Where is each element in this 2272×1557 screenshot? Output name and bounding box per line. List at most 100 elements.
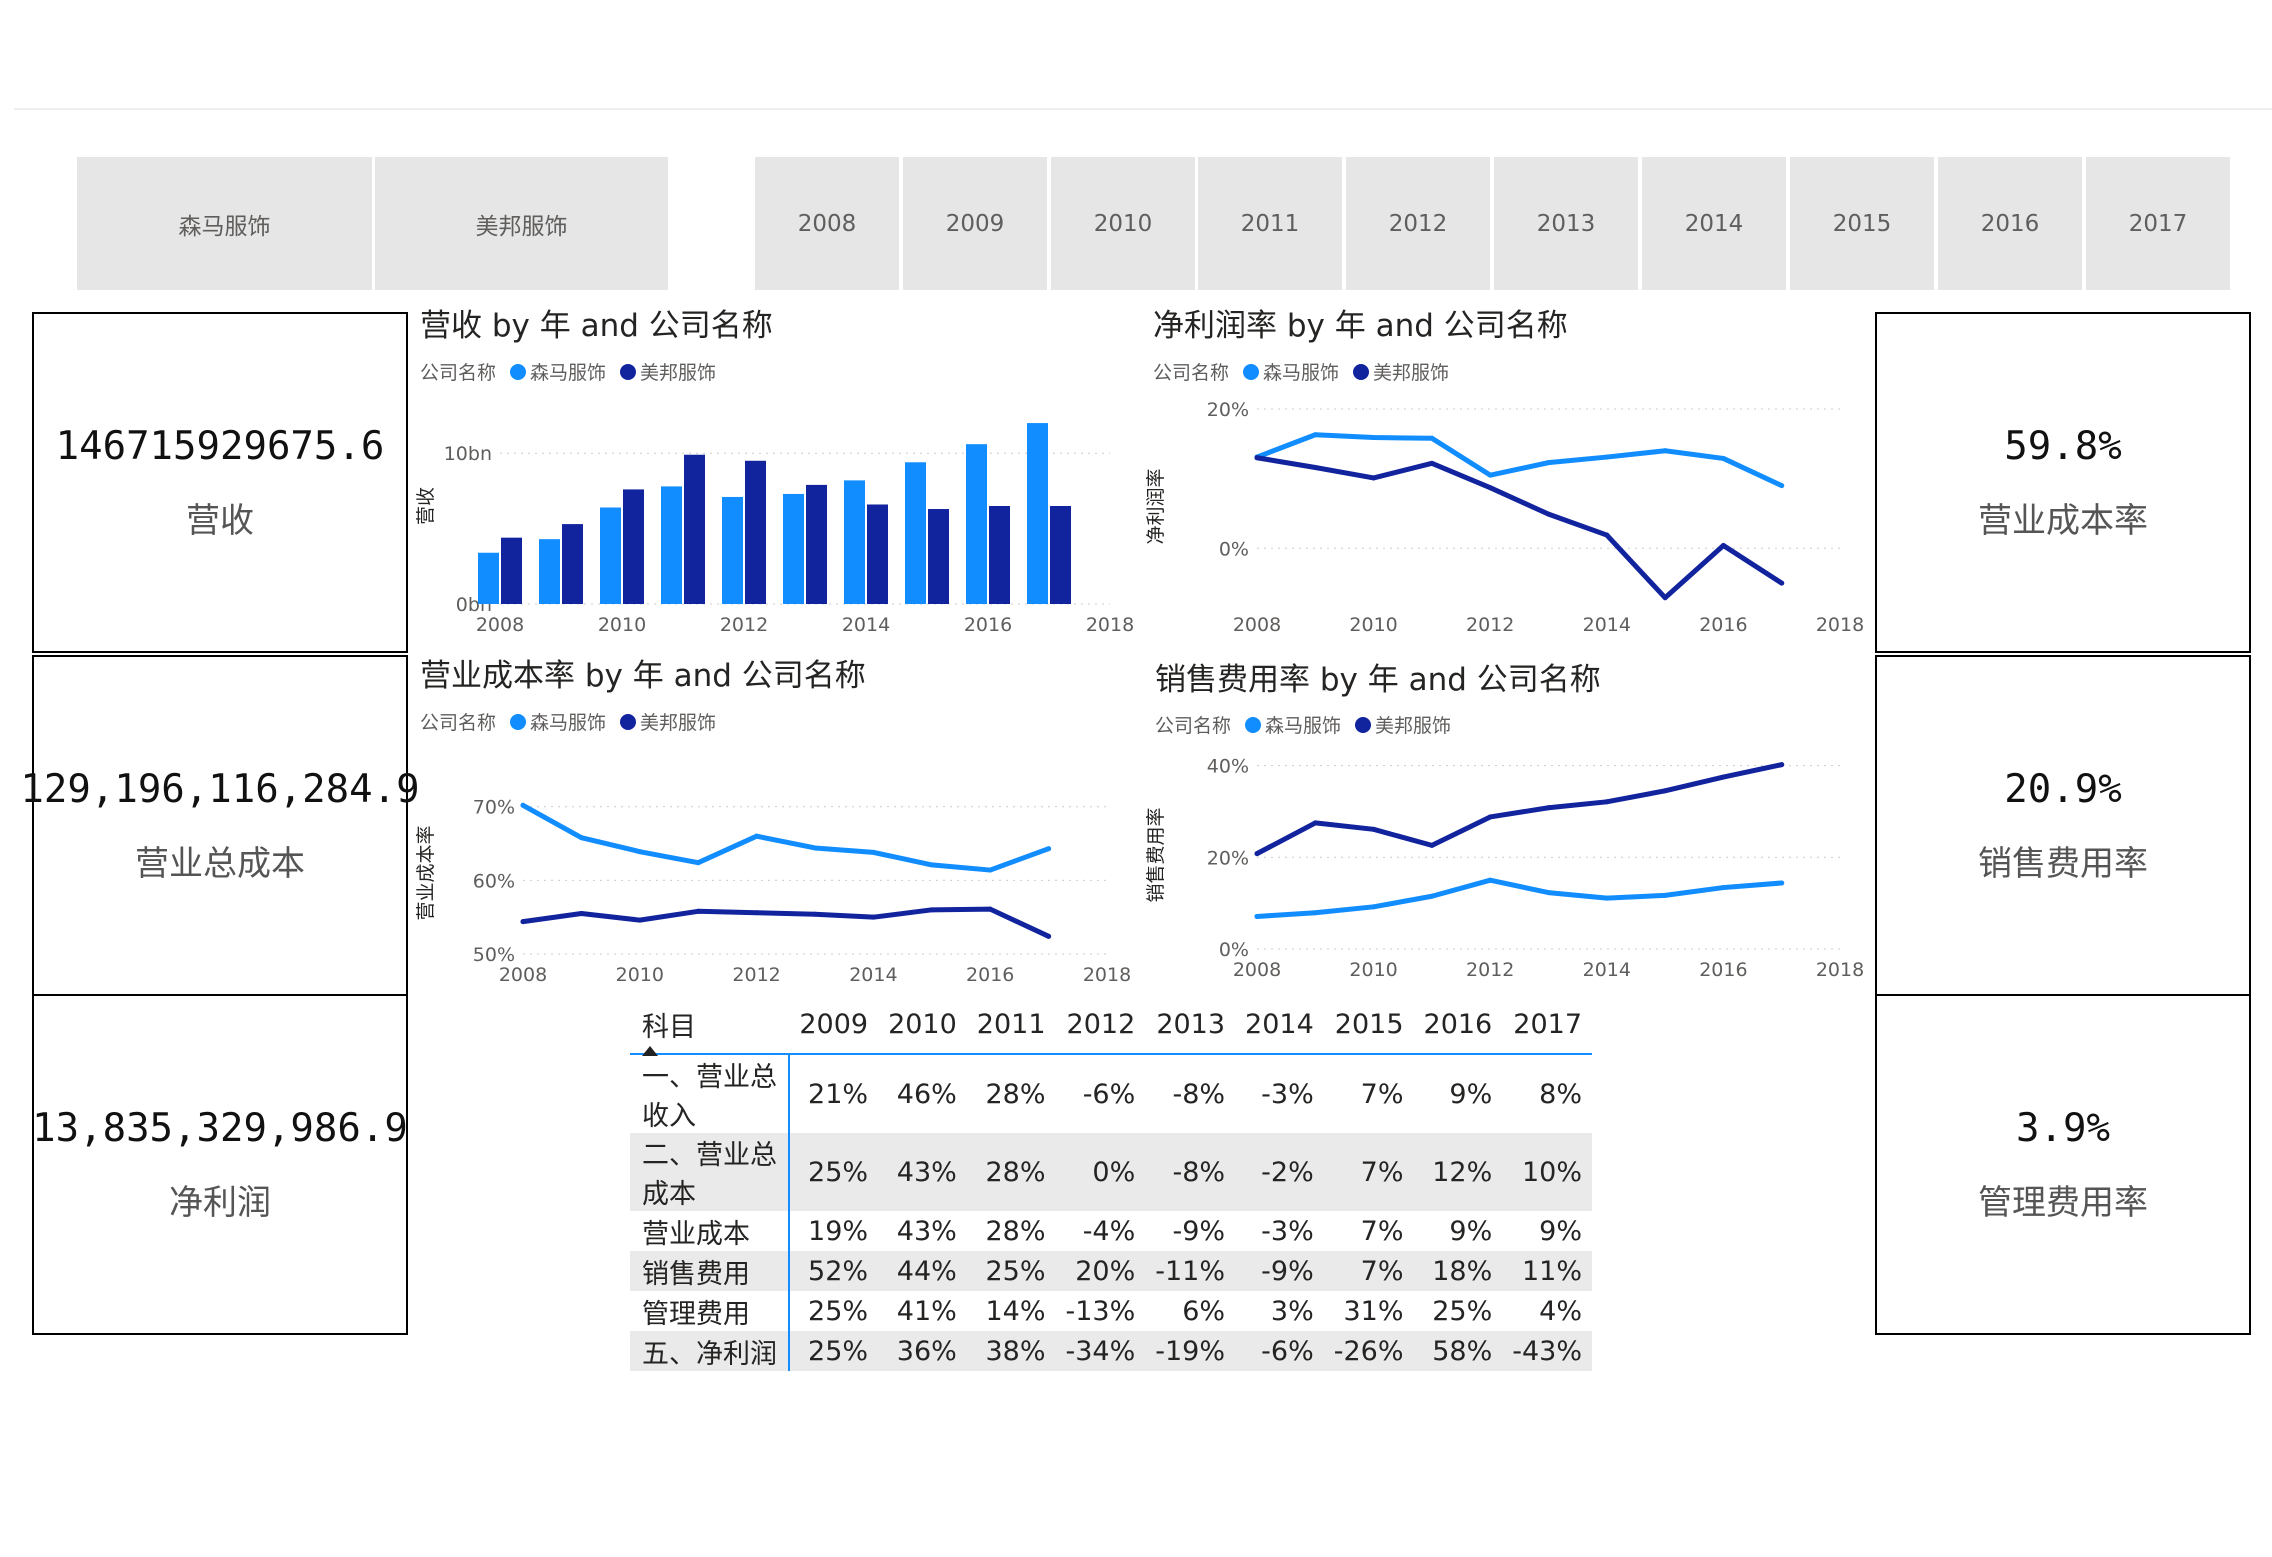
slicer-year-2017[interactable]: 2017 [2086, 157, 2230, 290]
point-meibang-2009[interactable] [1312, 465, 1318, 470]
point-meibang-2016[interactable] [1720, 543, 1726, 548]
point-senma-2009[interactable] [1312, 432, 1318, 438]
point-meibang-2010[interactable] [1371, 826, 1377, 832]
legend-label-meibang[interactable]: 美邦服饰 [640, 708, 716, 735]
point-meibang-2012[interactable] [1487, 814, 1493, 820]
point-meibang-2013[interactable] [812, 911, 818, 917]
matrix-col-2013[interactable]: 2013 [1145, 995, 1235, 1054]
point-senma-2017[interactable] [1779, 483, 1785, 489]
bar-meibang-2009[interactable] [562, 524, 583, 604]
point-meibang-2012[interactable] [754, 910, 760, 916]
point-senma-2008[interactable] [1254, 913, 1260, 919]
cost-rate-line-chart[interactable]: 50%60%70%200820102012201420162018年营业成本率 [410, 740, 1140, 985]
slicer-year-2011[interactable]: 2011 [1198, 157, 1342, 290]
point-senma-2009[interactable] [578, 835, 584, 841]
slicer-year-2014[interactable]: 2014 [1642, 157, 1786, 290]
point-senma-2009[interactable] [1312, 910, 1318, 916]
point-senma-2011[interactable] [695, 860, 701, 866]
point-senma-2013[interactable] [1546, 460, 1551, 466]
point-senma-2014[interactable] [1604, 454, 1610, 460]
point-meibang-2011[interactable] [1429, 842, 1435, 848]
bar-senma-2016[interactable] [966, 444, 987, 604]
bar-meibang-2011[interactable] [684, 454, 705, 604]
legend-label-senma[interactable]: 森马服饰 [530, 358, 606, 385]
bar-meibang-2016[interactable] [989, 506, 1010, 604]
point-meibang-2015[interactable] [929, 907, 935, 913]
point-senma-2015[interactable] [1662, 448, 1668, 454]
point-senma-2010[interactable] [1371, 904, 1377, 910]
series-line-senma[interactable] [1254, 432, 1785, 489]
matrix-col-2012[interactable]: 2012 [1056, 995, 1146, 1054]
slicer-year-2012[interactable]: 2012 [1346, 157, 1490, 290]
point-meibang-2015[interactable] [1662, 595, 1668, 601]
point-senma-2011[interactable] [1429, 435, 1435, 441]
point-senma-2015[interactable] [1662, 892, 1668, 898]
legend-label-senma[interactable]: 森马服饰 [530, 708, 606, 735]
point-meibang-2014[interactable] [870, 914, 876, 920]
series-line-senma[interactable] [1254, 877, 1785, 919]
bar-senma-2009[interactable] [539, 539, 560, 604]
legend-label-meibang[interactable]: 美邦服饰 [640, 358, 716, 385]
slicer-year-2009[interactable]: 2009 [903, 157, 1047, 290]
sales-rate-line-chart[interactable]: 0% 20% 40% 2008 2010 2012 2014 2016 2018 年 销售费用率 [1140, 742, 1870, 987]
point-senma-2012[interactable] [1487, 877, 1493, 883]
point-senma-2017[interactable] [1046, 846, 1052, 852]
legend-label-senma[interactable]: 森马服饰 [1265, 711, 1341, 738]
bar-senma-2008[interactable] [478, 552, 499, 604]
matrix-col-2010[interactable]: 2010 [878, 995, 967, 1054]
point-meibang-2009[interactable] [578, 911, 584, 916]
point-meibang-2017[interactable] [1779, 580, 1785, 586]
slicer-year-2015[interactable]: 2015 [1790, 157, 1934, 290]
revenue-bar-chart[interactable]: 0bn10bn200820102012201420162018年营收 [410, 390, 1140, 640]
series-line-meibang[interactable] [1254, 762, 1785, 857]
slicer-company-meibang[interactable]: 美邦服饰 [375, 157, 668, 290]
slicer-year-2008[interactable]: 2008 [755, 157, 899, 290]
slicer-year-2013[interactable]: 2013 [1494, 157, 1638, 290]
legend-label-meibang[interactable]: 美邦服饰 [1373, 358, 1449, 385]
point-senma-2017[interactable] [1779, 880, 1785, 886]
bar-meibang-2010[interactable] [623, 489, 644, 604]
slicer-company-senma[interactable]: 森马服饰 [77, 157, 372, 290]
point-meibang-2013[interactable] [1546, 805, 1551, 811]
slicer-year-2016[interactable]: 2016 [1938, 157, 2082, 290]
matrix-col-2014[interactable]: 2014 [1235, 995, 1324, 1054]
sort-ascending-icon[interactable] [642, 1046, 658, 1056]
point-meibang-2008[interactable] [1254, 455, 1260, 461]
point-meibang-2011[interactable] [695, 908, 701, 914]
matrix-col-2015[interactable]: 2015 [1324, 995, 1414, 1054]
bar-senma-2013[interactable] [783, 493, 804, 604]
point-senma-2010[interactable] [1371, 435, 1377, 441]
point-meibang-2008[interactable] [520, 919, 526, 925]
point-meibang-2009[interactable] [1312, 820, 1318, 826]
point-meibang-2011[interactable] [1429, 460, 1435, 466]
point-senma-2016[interactable] [1720, 455, 1726, 461]
matrix-col-2017[interactable]: 2017 [1502, 995, 1592, 1054]
point-meibang-2015[interactable] [1662, 788, 1668, 794]
point-meibang-2016[interactable] [1720, 774, 1726, 780]
point-senma-2012[interactable] [754, 833, 760, 839]
legend-label-senma[interactable]: 森马服饰 [1263, 358, 1339, 385]
point-meibang-2014[interactable] [1604, 532, 1610, 538]
point-meibang-2010[interactable] [1371, 475, 1377, 481]
bar-meibang-2012[interactable] [745, 460, 766, 604]
point-meibang-2017[interactable] [1046, 933, 1052, 939]
point-meibang-2013[interactable] [1546, 511, 1551, 517]
point-meibang-2008[interactable] [1254, 851, 1260, 857]
point-senma-2014[interactable] [870, 849, 876, 855]
bar-senma-2011[interactable] [661, 486, 682, 604]
bar-senma-2017[interactable] [1027, 423, 1048, 604]
matrix-col-2011[interactable]: 2011 [967, 995, 1056, 1054]
series-line-senma[interactable] [520, 802, 1052, 873]
point-senma-2010[interactable] [637, 849, 643, 855]
point-meibang-2016[interactable] [987, 906, 993, 912]
matrix-col-2009[interactable]: 2009 [789, 995, 878, 1054]
point-senma-2008[interactable] [520, 802, 526, 808]
bar-senma-2010[interactable] [600, 507, 621, 604]
bar-senma-2015[interactable] [905, 462, 926, 604]
point-senma-2015[interactable] [929, 862, 935, 868]
point-meibang-2010[interactable] [637, 917, 643, 923]
point-senma-2016[interactable] [987, 867, 993, 873]
point-meibang-2014[interactable] [1604, 799, 1610, 805]
point-senma-2013[interactable] [812, 845, 818, 851]
bar-meibang-2014[interactable] [867, 504, 888, 604]
